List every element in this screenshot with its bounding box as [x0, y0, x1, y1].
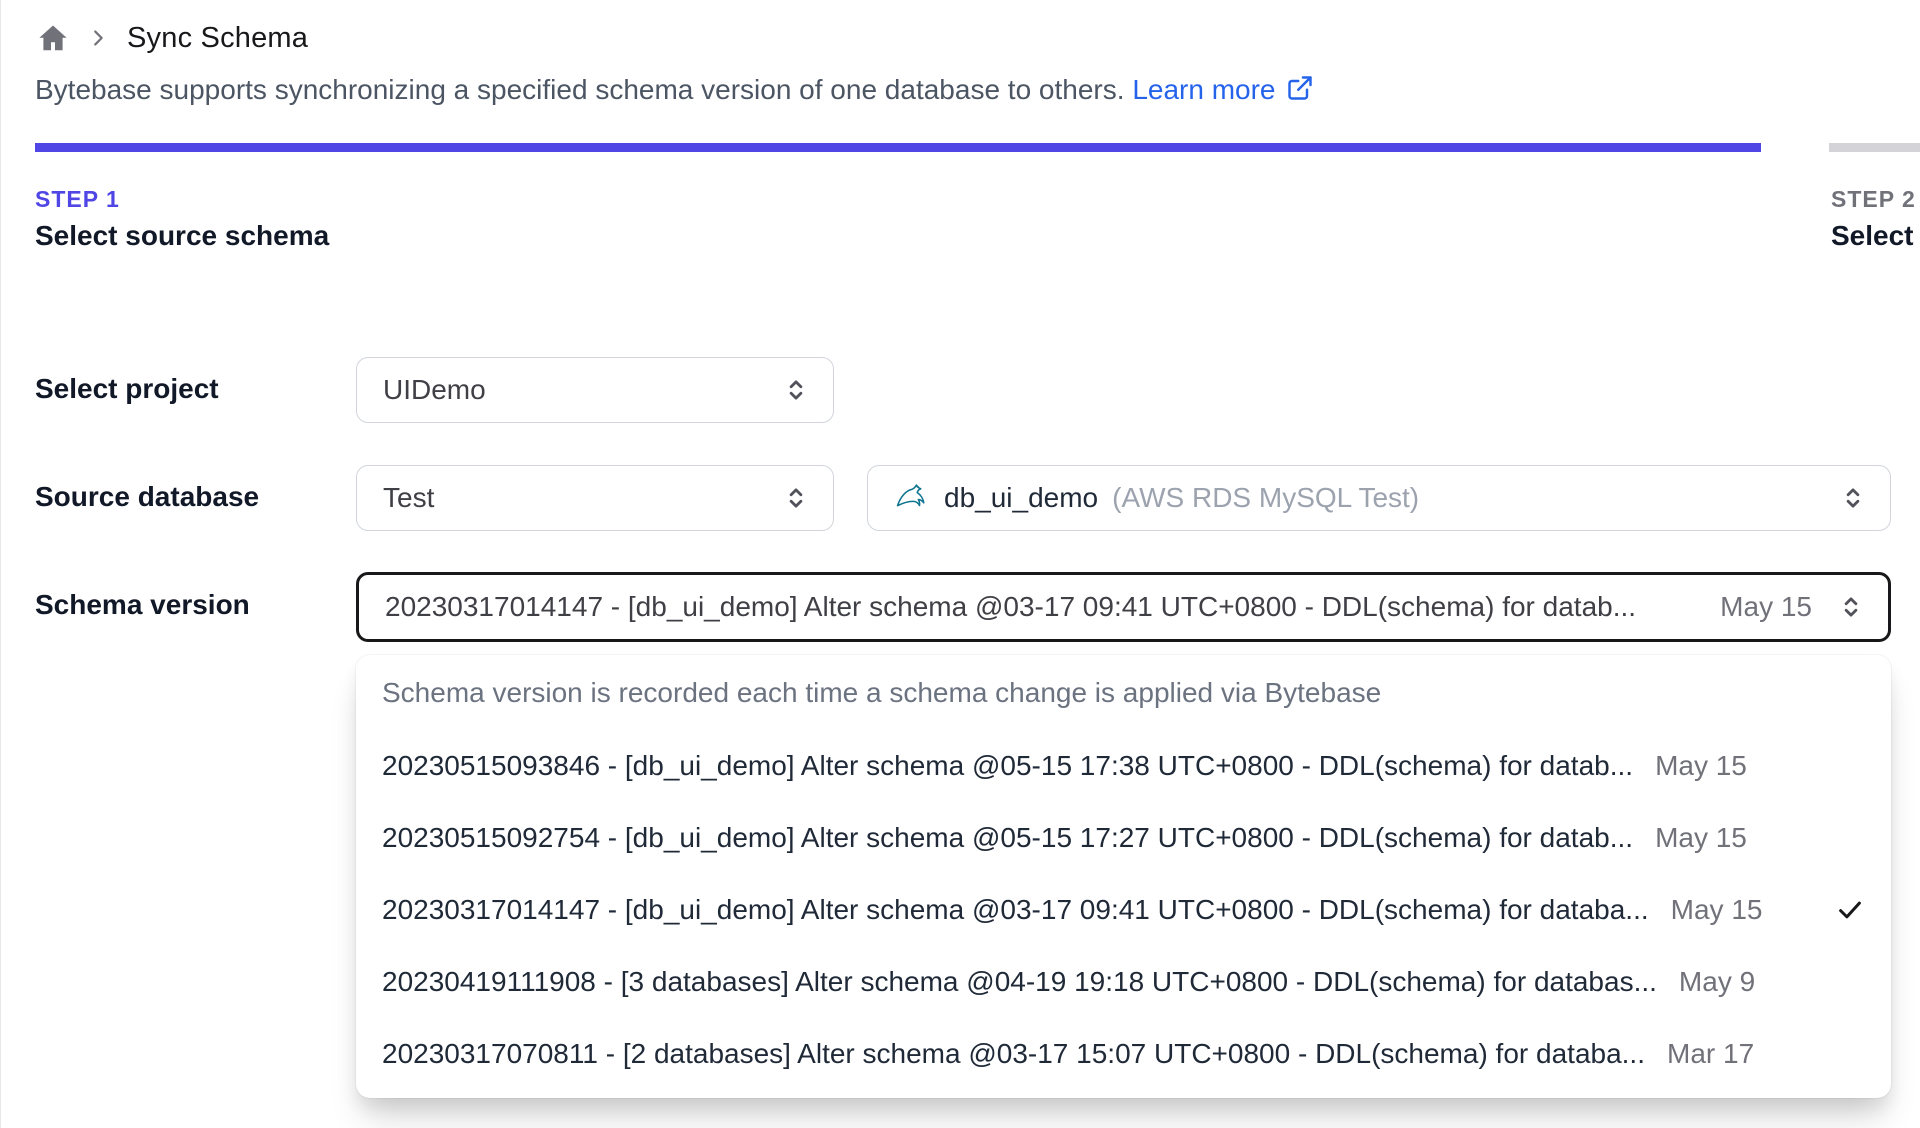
page-title: Sync Schema [127, 21, 309, 54]
step1-progress-bar [35, 143, 1761, 152]
step2-progress-bar [1829, 143, 1920, 152]
schema-version-option-selected[interactable]: 20230317014147 - [db_ui_demo] Alter sche… [356, 874, 1891, 946]
schema-version-dropdown: Schema version is recorded each time a s… [356, 655, 1891, 1098]
select-arrows-icon [783, 485, 809, 511]
schema-version-select-date: May 15 [1720, 591, 1812, 622]
database-select[interactable]: db_ui_demo (AWS RDS MySQL Test) [867, 465, 1891, 531]
option-date: May 15 [1655, 750, 1747, 781]
step2-title: Select t [1831, 220, 1920, 251]
dropdown-hint: Schema version is recorded each time a s… [382, 676, 1382, 708]
page-description: Bytebase supports synchronizing a specif… [35, 74, 1314, 109]
select-arrows-icon [1838, 594, 1864, 620]
mysql-icon [894, 478, 928, 519]
breadcrumb: Sync Schema [37, 18, 308, 58]
source-database-label: Source database [35, 481, 260, 512]
external-link-icon [1286, 74, 1314, 109]
schema-version-option[interactable]: 20230317070811 - [2 databases] Alter sch… [356, 1018, 1891, 1090]
schema-version-option[interactable]: 20230515092754 - [db_ui_demo] Alter sche… [356, 802, 1891, 874]
schema-version-option[interactable]: 20230419111908 - [3 databases] Alter sch… [356, 946, 1891, 1018]
step1-label: STEP 1 [35, 186, 120, 212]
home-icon[interactable] [37, 22, 69, 54]
description-text: Bytebase supports synchronizing a specif… [35, 74, 1125, 105]
sync-schema-page: Sync Schema Bytebase supports synchroniz… [0, 0, 1920, 1128]
option-date: May 15 [1655, 822, 1747, 853]
select-arrows-icon [783, 377, 809, 403]
step2-label: STEP 2 [1831, 186, 1916, 212]
step1-title: Select source schema [35, 220, 330, 251]
option-date: Mar 17 [1667, 1038, 1755, 1069]
chevron-right-icon [87, 27, 109, 49]
option-date: May 15 [1670, 894, 1763, 925]
environment-select[interactable]: Test [356, 465, 834, 531]
select-arrows-icon [1840, 485, 1866, 511]
learn-more-link[interactable]: Learn more [1132, 74, 1313, 105]
schema-version-select[interactable]: 20230317014147 - [db_ui_demo] Alter sche… [356, 572, 1891, 642]
select-project-label: Select project [35, 373, 219, 404]
schema-version-label: Schema version [35, 589, 250, 620]
check-icon [1835, 895, 1865, 925]
project-select-value: UIDemo [383, 374, 486, 405]
environment-select-value: Test [383, 482, 435, 513]
database-select-detail: (AWS RDS MySQL Test) [1112, 482, 1420, 513]
option-date: May 9 [1678, 966, 1756, 997]
project-select[interactable]: UIDemo [356, 357, 834, 423]
schema-version-option[interactable]: 20230515093846 - [db_ui_demo] Alter sche… [356, 730, 1891, 802]
database-select-value: db_ui_demo [944, 482, 1099, 513]
schema-version-select-value: 20230317014147 - [db_ui_demo] Alter sche… [385, 591, 1637, 622]
